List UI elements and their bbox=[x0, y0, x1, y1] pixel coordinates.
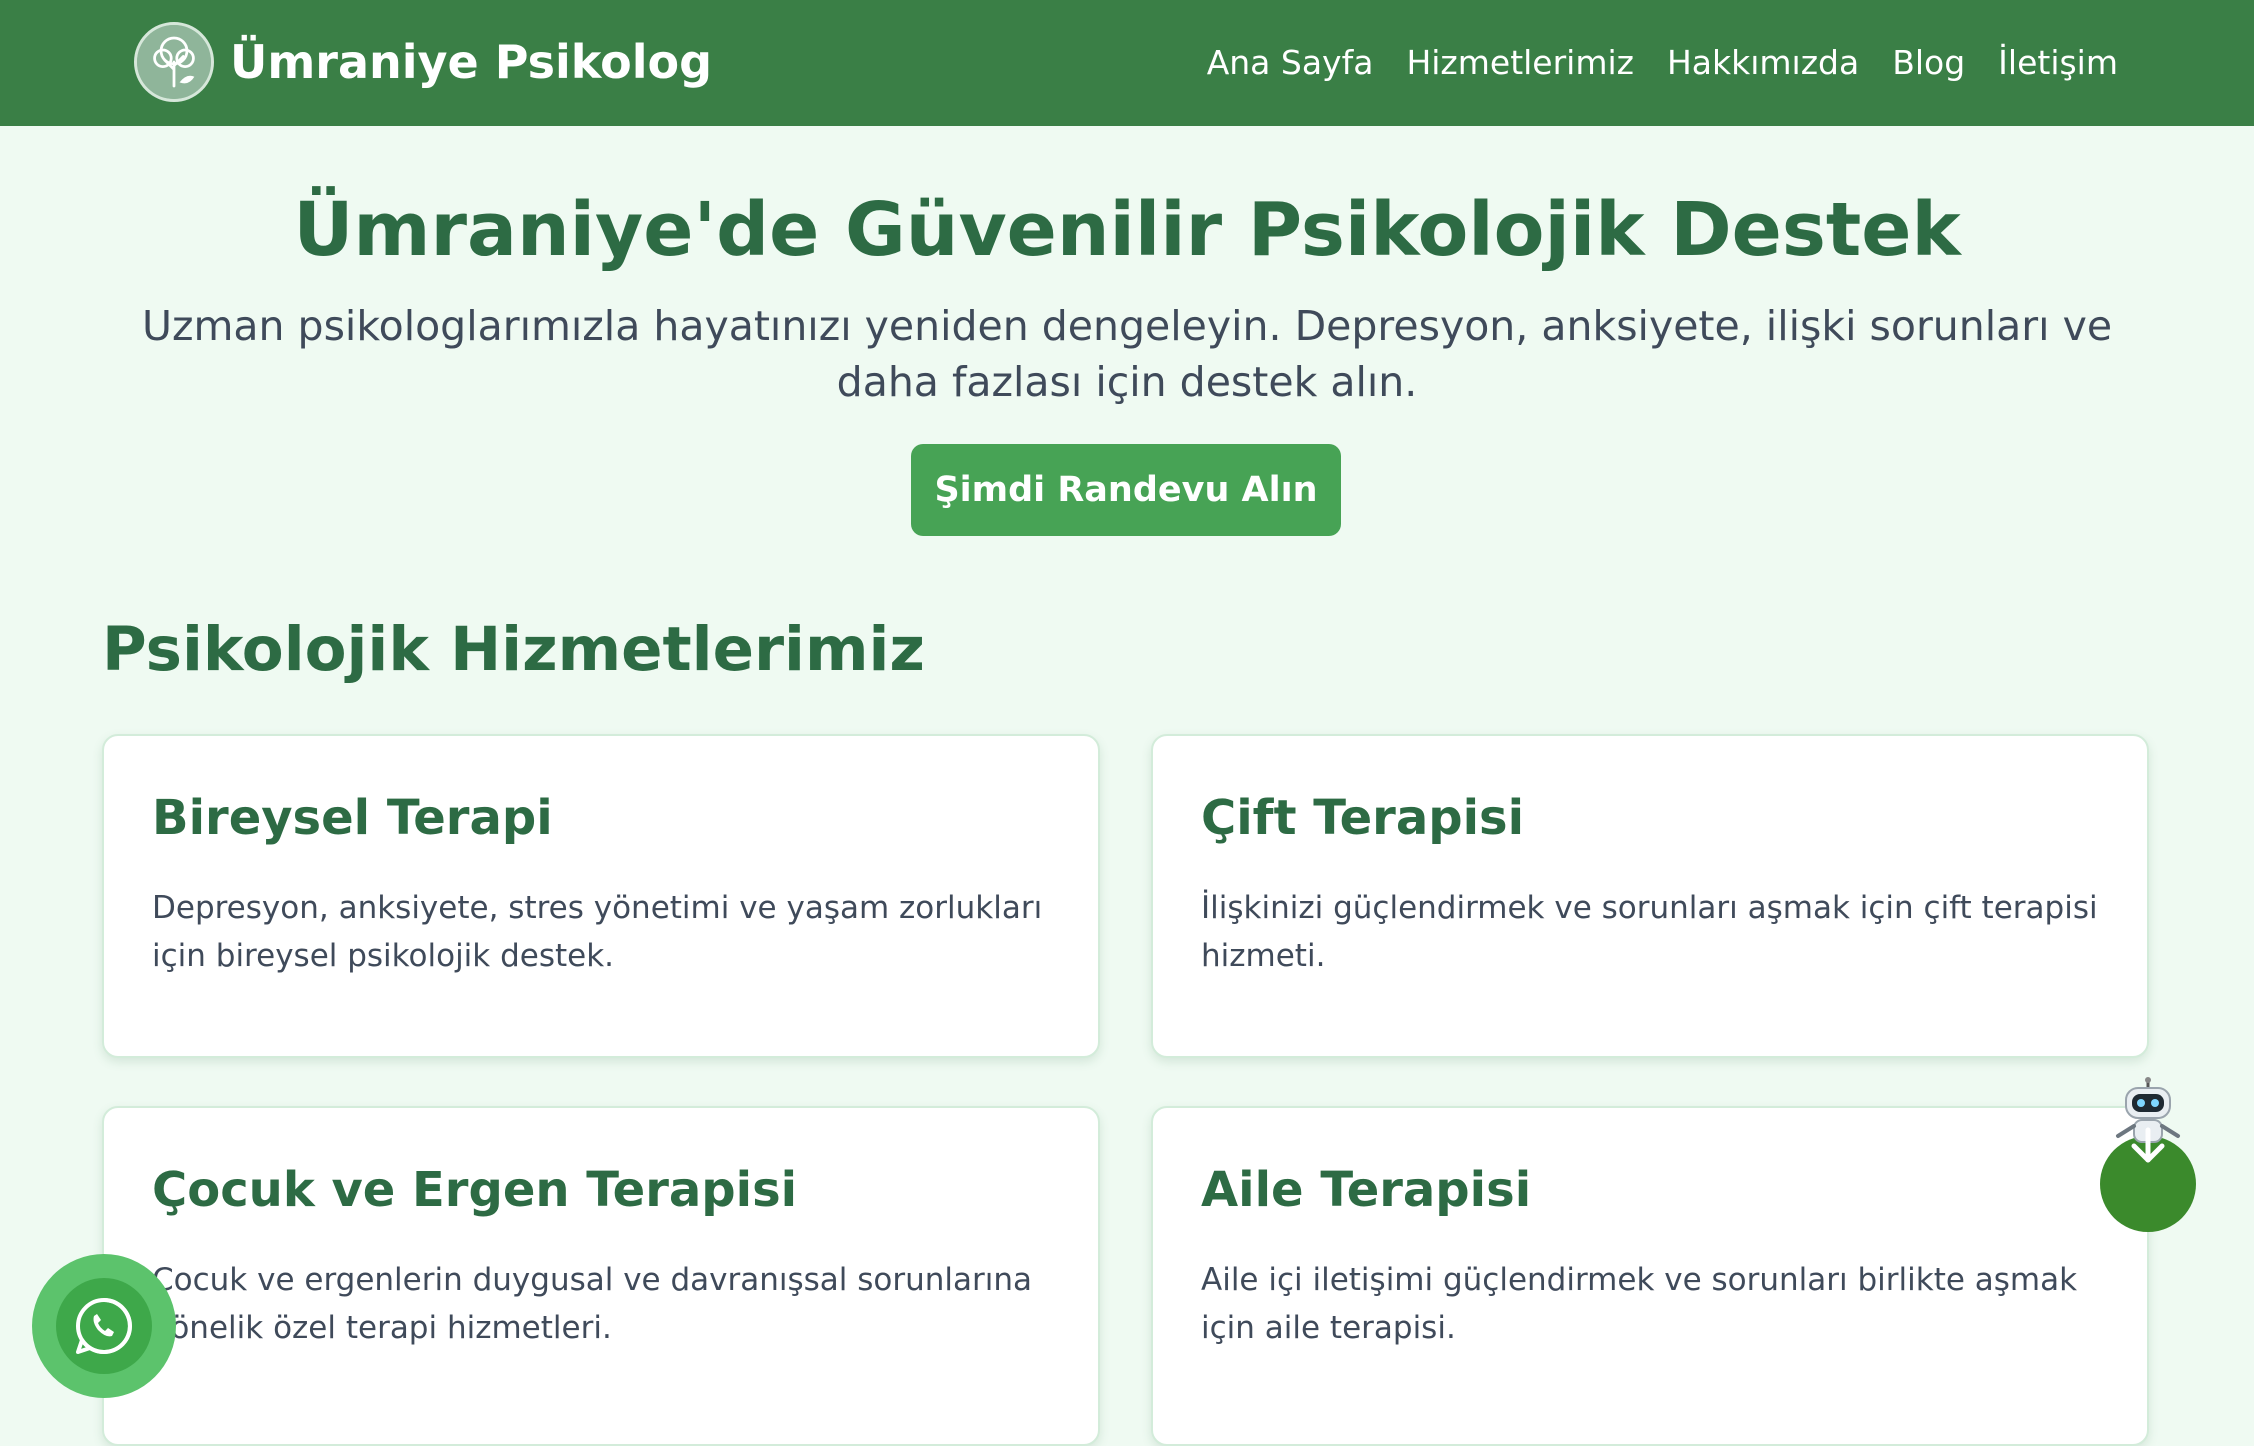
services-heading: Psikolojik Hizmetlerimiz bbox=[102, 614, 925, 685]
service-card-text: İlişkinizi güçlendirmek ve sorunları aşm… bbox=[1201, 890, 2098, 974]
nav-link-blog[interactable]: Blog bbox=[1892, 43, 1965, 82]
brand-name[interactable]: Ümraniye Psikolog bbox=[230, 30, 712, 94]
nav-link-home[interactable]: Ana Sayfa bbox=[1207, 43, 1374, 82]
service-card-text: Depresyon, anksiyete, stres yönetimi ve … bbox=[152, 890, 1043, 974]
nav-link-services[interactable]: Hizmetlerimiz bbox=[1406, 43, 1634, 82]
service-card-child[interactable]: Çocuk ve Ergen Terapisi Çocuk ve ergenle… bbox=[102, 1106, 1100, 1446]
service-card-individual[interactable]: Bireysel Terapi Depresyon, anksiyete, st… bbox=[102, 734, 1100, 1058]
main-nav: Ana Sayfa Hizmetlerimiz Hakkımızda Blog … bbox=[1207, 36, 2118, 88]
service-card-family[interactable]: Aile Terapisi Aile içi iletişimi güçlend… bbox=[1151, 1106, 2149, 1446]
whatsapp-button[interactable] bbox=[32, 1254, 176, 1398]
hero-title: Ümraniye'de Güvenilir Psikolojik Destek bbox=[293, 187, 1961, 273]
tree-logo-icon[interactable] bbox=[134, 22, 214, 102]
service-card-title: Bireysel Terapi bbox=[152, 790, 553, 846]
hero-subtitle: Uzman psikologlarımızla hayatınızı yenid… bbox=[141, 302, 2113, 406]
service-card-text: Aile içi iletişimi güçlendirmek ve sorun… bbox=[1201, 1262, 2078, 1346]
service-card-title: Çift Terapisi bbox=[1201, 790, 1525, 846]
nav-link-contact[interactable]: İletişim bbox=[1998, 43, 2118, 82]
robot-icon[interactable] bbox=[2108, 1076, 2188, 1164]
site-header: Ümraniye Psikolog Ana Sayfa Hizmetlerimi… bbox=[0, 0, 2254, 126]
service-card-title: Aile Terapisi bbox=[1201, 1162, 1532, 1218]
appointment-button[interactable]: Şimdi Randevu Alın bbox=[911, 444, 1341, 536]
service-card-couples[interactable]: Çift Terapisi İlişkinizi güçlendirmek ve… bbox=[1151, 734, 2149, 1058]
service-card-text: Çocuk ve ergenlerin duygusal ve davranış… bbox=[152, 1262, 1033, 1346]
nav-link-about[interactable]: Hakkımızda bbox=[1667, 43, 1859, 82]
whatsapp-icon bbox=[56, 1278, 152, 1374]
service-card-title: Çocuk ve Ergen Terapisi bbox=[152, 1162, 798, 1218]
